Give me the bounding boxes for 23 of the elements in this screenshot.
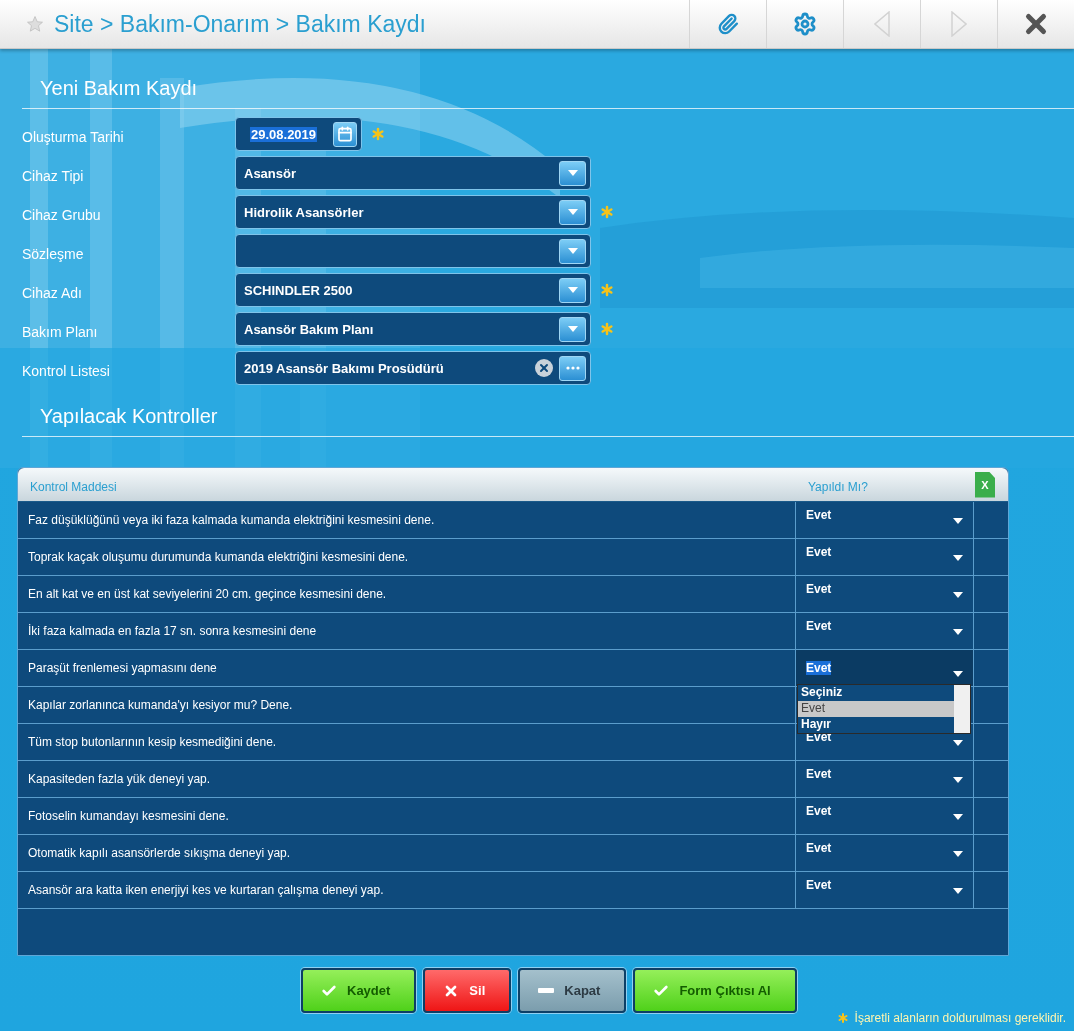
table-cell: Toprak kaçak oluşumu durumunda kumanda elektriğini kesmesini dene. [18, 539, 796, 575]
field-label: Kontrol Listesi [22, 362, 111, 379]
table-cell: Otomatik kapılı asansörlerde sıkışma deneyi yap. [18, 835, 796, 871]
table-cell: Kapasiteden fazla yük deneyi yap. [18, 761, 796, 797]
section-title: Yapılacak Kontroller [40, 405, 218, 427]
breadcrumb: Site > Bakım-Onarım > Bakım Kaydı [54, 10, 426, 38]
table-cell: Asansör ara katta iken enerjiyi kes ve kurtaran çalışma deneyi yap. [18, 872, 796, 908]
field-label: Cihaz Tipi [22, 167, 85, 184]
field-label: Cihaz Adı [22, 284, 83, 301]
table-cell: Kapılar zorlanınca kumanda'yı kesiyor mu? Dene. [18, 687, 796, 723]
table-cell: En alt kat ve en üst kat seviyelerini 20 cm. geçince kesmesini dene. [18, 576, 796, 612]
field-label: Sözleşme [22, 245, 85, 262]
field-label: Oluşturma Tarihi [22, 128, 125, 145]
column-header: Yapıldı Mı? [807, 478, 869, 494]
field-label: Cihaz Grubu [22, 206, 102, 223]
section-title: Yeni Bakım Kaydı [40, 77, 198, 99]
footnote: İşaretli alanların doldurulması gereklidir. [854, 1011, 1066, 1025]
table-cell: Tüm stop butonlarının kesip kesmediğini dene. [18, 724, 796, 760]
table-cell: İki faza kalmada en fazla 17 sn. sonra kesmesini dene [18, 613, 796, 649]
table-cell: Fotoselin kumandayı kesmesini dene. [18, 798, 796, 834]
column-header: Kontrol Maddesi [29, 478, 118, 494]
table-cell: Faz düşüklüğünü veya iki faza kalmada kumanda elektriğini kesmesini dene. [18, 502, 796, 538]
field-label: Bakım Planı [22, 323, 99, 340]
